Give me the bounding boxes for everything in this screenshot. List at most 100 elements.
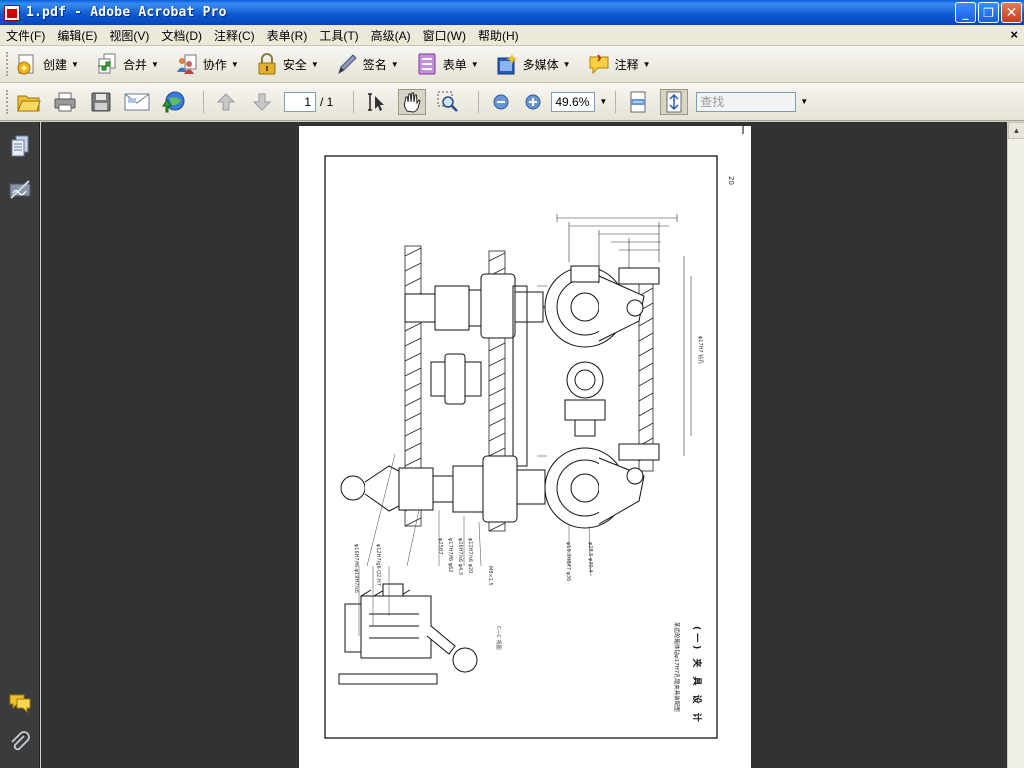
lower-spindle-assembly [340,443,660,529]
find-input[interactable]: 查找 [696,91,797,112]
svg-text:φ12H7/g6·Q2·H7: φ12H7/g6·Q2·H7 [375,544,381,586]
find-dropdown-chevron-icon[interactable]: ▼ [800,97,808,106]
select-tool-button[interactable] [362,89,390,115]
toolbar-grip[interactable] [6,52,9,76]
scroll-up-arrow-icon[interactable]: ▲ [1008,122,1024,139]
comments-panel-icon[interactable] [8,690,32,714]
acrobat-app-icon[interactable] [4,4,20,21]
engineering-drawing: 20 φ16H7/f6·φ19H7/s6 φ12H7/g6·Q2·H7 φ25H… [324,126,744,739]
drawing-page-number: 20 [727,176,735,185]
pages-thumbnail-icon[interactable] [8,134,32,158]
menu-file[interactable]: 文件(F) [0,27,51,44]
globe-upload-icon [162,91,185,112]
fit-page-icon [666,91,682,112]
zoom-in-icon [525,94,541,109]
next-page-button[interactable] [248,89,276,115]
title-bar: 1.pdf - Adobe Acrobat Pro _ ❐ ✕ [0,0,1024,25]
window-controls: _ ❐ ✕ [955,2,1022,23]
drawing-caption: 某齿轮箱体钻φ17H7孔镗夹具装配图 [673,622,681,712]
print-button[interactable] [51,89,79,115]
chevron-down-icon: ▼ [230,59,239,69]
fit-width-button[interactable] [624,89,652,115]
svg-text:C—C 视图: C—C 视图 [495,626,502,650]
multimedia-button[interactable]: 多媒体 ▼ [495,52,571,76]
fit-page-button[interactable] [660,88,689,115]
save-button[interactable] [87,89,115,115]
chevron-down-icon: ▼ [150,59,159,69]
upload-web-button[interactable] [159,89,187,115]
minimize-button[interactable]: _ [955,2,976,23]
email-button[interactable] [123,89,151,115]
arrow-down-icon [252,93,272,111]
form-icon [418,53,436,75]
create-icon [17,54,34,75]
forms-label: 表单 [442,57,467,72]
open-button[interactable] [15,89,43,115]
vertical-scrollbar[interactable]: ▲ [1007,122,1024,768]
pdf-page[interactable]: 20 φ16H7/f6·φ19H7/s6 φ12H7/g6·Q2·H7 φ25H… [299,126,751,768]
signatures-icon[interactable] [8,178,32,202]
toolbar-separator [478,90,480,113]
chevron-down-icon: ▼ [71,59,79,69]
menu-comments[interactable]: 注释(C) [208,27,261,44]
chevron-down-icon: ▼ [390,59,399,69]
navigation-panel [0,122,40,768]
svg-text:φ16H7/f6·φ19H7/s6: φ16H7/f6·φ19H7/s6 [353,544,359,593]
comment-icon [589,54,609,75]
menu-document[interactable]: 文档(D) [155,27,208,44]
menu-edit[interactable]: 编辑(E) [51,27,103,44]
comment-label: 注释 [614,57,639,72]
close-button[interactable]: ✕ [1001,2,1022,23]
collaborate-icon [176,54,197,74]
collaborate-label: 协作 [202,57,227,72]
page-total-label: / 1 [320,94,334,109]
security-button[interactable]: 安全 ▼ [255,52,319,76]
menu-view[interactable]: 视图(V) [103,27,155,44]
forms-button[interactable]: 表单 ▼ [415,52,479,76]
window-title: 1.pdf - Adobe Acrobat Pro [26,5,227,20]
menu-advanced[interactable]: 高级(A) [365,27,417,44]
previous-page-button[interactable] [212,89,240,115]
chevron-down-icon: ▼ [470,59,479,69]
printer-icon [54,92,76,111]
paperclip-attachments-icon[interactable] [8,730,32,754]
zoom-dropdown-chevron-icon[interactable]: ▼ [599,97,607,106]
detail-views [338,583,478,685]
toolbar-separator [353,90,355,113]
chevron-down-icon: ▼ [310,59,319,69]
hand-tool-button[interactable] [398,88,427,115]
menu-forms[interactable]: 表单(R) [261,27,314,44]
menu-window[interactable]: 窗口(W) [417,27,472,44]
zoom-out-icon [493,94,509,109]
marquee-zoom-icon [437,91,459,112]
collaborate-button[interactable]: 协作 ▼ [175,52,239,76]
svg-text:φ17H7 钻孔: φ17H7 钻孔 [697,336,704,364]
zoom-level-input[interactable]: 49.6% [551,91,596,112]
svg-text:φ28.5 φ30.4: φ28.5 φ30.4 [587,542,593,572]
document-view[interactable]: 20 φ16H7/f6·φ19H7/s6 φ12H7/g6·Q2·H7 φ25H… [41,122,1007,768]
create-button[interactable]: 创建 ▼ [15,52,79,76]
page-number-input[interactable]: 1 [284,91,316,112]
combine-button[interactable]: 合并 ▼ [95,52,159,76]
security-label: 安全 [282,57,307,72]
svg-text:φ19.3H8/f7 φ36: φ19.3H8/f7 φ36 [565,542,571,581]
drawing-title: (一) 夹 具 设 计 [691,626,703,725]
zoom-in-button[interactable] [519,89,547,115]
fit-width-icon [630,91,646,112]
comment-button[interactable]: 注释 ▼ [587,52,651,76]
hand-icon [404,92,421,113]
menu-bar: 文件(F) 编辑(E) 视图(V) 文档(D) 注释(C) 表单(R) 工具(T… [0,25,1024,46]
sign-button[interactable]: 签名 ▼ [335,52,399,76]
restore-button[interactable]: ❐ [978,2,999,23]
toolbar-separator [615,90,617,113]
tasks-toolbar: 创建 ▼ 合并 ▼ 协作 ▼ 安全 ▼ 签名 ▼ 表单 ▼ 多媒体 ▼ 注释 ▼ [0,46,1024,83]
menu-help[interactable]: 帮助(H) [472,27,525,44]
chevron-down-icon: ▼ [642,59,651,69]
zoom-out-button[interactable] [487,89,515,115]
zoom-tool-button[interactable] [434,89,462,115]
text-select-cursor-icon [368,92,385,111]
toolbar-grip[interactable] [6,89,9,114]
menu-tools[interactable]: 工具(T) [313,27,364,44]
document-close-icon[interactable]: × [1010,27,1018,42]
email-icon [124,93,150,110]
